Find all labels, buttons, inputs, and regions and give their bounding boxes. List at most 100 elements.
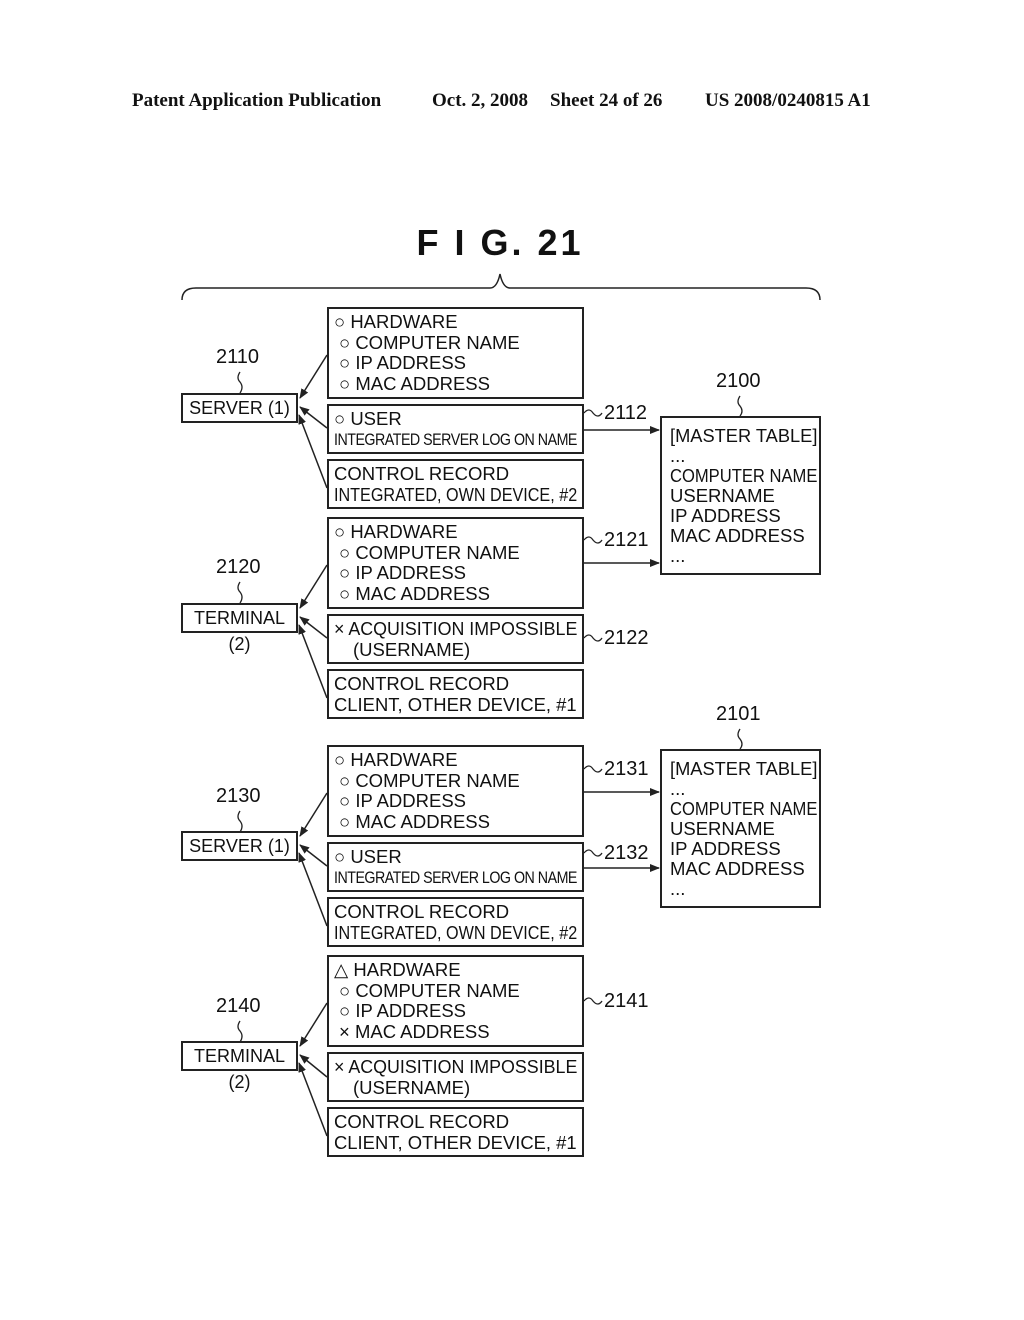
leader-2120: [237, 581, 243, 604]
hardware-info-box: ○ HARDWARE ○ COMPUTER NAME ○ IP ADDRESS …: [327, 517, 584, 609]
arrow-ctrl-to-server-3: [298, 852, 328, 927]
master-table-field: USERNAME: [670, 485, 775, 506]
ref-2112: 2112: [604, 402, 648, 424]
master-table-field: MAC ADDRESS: [670, 525, 805, 546]
ref-2121: 2121: [604, 529, 649, 551]
logon-name-line: INTEGRATED SERVER LOG ON NAME: [334, 867, 577, 887]
mac-address-line: ○ MAC ADDRESS: [339, 810, 490, 832]
control-record-detail: INTEGRATED, OWN DEVICE, #2: [334, 483, 578, 505]
ip-address-line: ○ IP ADDRESS: [339, 562, 467, 583]
acquisition-impossible-line: × ACQUISITION IMPOSSIBLE: [334, 618, 578, 639]
computer-name-line: ○ COMPUTER NAME: [339, 331, 520, 353]
leader-2110: [237, 371, 243, 394]
control-record-title: CONTROL RECORD: [334, 1111, 510, 1132]
master-table-ellipsis: ...: [670, 445, 686, 466]
user-line: ○ USER: [334, 408, 402, 429]
user-info-box: ○ USER INTEGRATED SERVER LOG ON NAME: [327, 842, 584, 892]
username-line: (USERNAME): [353, 1076, 471, 1098]
terminal-node: TERMINAL (2): [181, 603, 298, 654]
tilde-2131: [583, 765, 603, 773]
computer-name-line: ○ COMPUTER NAME: [339, 541, 520, 563]
control-record-box: CONTROL RECORD CLIENT, OTHER DEVICE, #1: [327, 1107, 584, 1157]
arrow-hw-to-terminal-2: [299, 564, 328, 609]
hardware-info-box: ○ HARDWARE ○ COMPUTER NAME ○ IP ADDRESS …: [327, 745, 584, 837]
tilde-2121: [583, 536, 603, 544]
server-node: SERVER (1): [181, 393, 298, 423]
hardware-line: ○ HARDWARE: [334, 521, 458, 542]
ref-2110: 2110: [216, 346, 260, 368]
master-table-ellipsis: ...: [670, 545, 686, 566]
master-table-ellipsis: ...: [670, 778, 686, 799]
acquisition-impossible-line: × ACQUISITION IMPOSSIBLE: [334, 1056, 578, 1077]
master-table: [MASTER TABLE] ... COMPUTER NAME USERNAM…: [660, 749, 821, 908]
ref-2141: 2141: [604, 990, 649, 1012]
terminal-node: TERMINAL (2): [181, 1041, 298, 1092]
arrow-hw-to-server-3: [299, 792, 328, 837]
control-record-title: CONTROL RECORD: [334, 901, 510, 922]
leader-2140: [237, 1020, 243, 1043]
master-table-field: COMPUTER NAME: [670, 798, 818, 819]
computer-name-line: ○ COMPUTER NAME: [339, 769, 520, 791]
arrow-user-to-server-3: [299, 844, 328, 867]
arrow-user-to-server-1: [299, 406, 328, 429]
acquisition-impossible-box: × ACQUISITION IMPOSSIBLE (USERNAME): [327, 614, 584, 664]
arrow-acq-to-terminal-4: [299, 1054, 328, 1078]
logon-name-line: INTEGRATED SERVER LOG ON NAME: [334, 429, 577, 449]
leader-2130: [237, 810, 243, 833]
master-table-title: [MASTER TABLE]: [670, 758, 818, 779]
leader-2101: [737, 728, 743, 750]
control-record-detail: CLIENT, OTHER DEVICE, #1: [334, 1131, 577, 1153]
arrow-hw-to-terminal-4: [299, 1002, 328, 1047]
master-table-field: USERNAME: [670, 818, 775, 839]
server-node: SERVER (1): [181, 831, 298, 861]
control-record-detail: CLIENT, OTHER DEVICE, #1: [334, 693, 577, 715]
arrow-acq-to-terminal-2: [299, 616, 328, 639]
control-record-box: CONTROL RECORD INTEGRATED, OWN DEVICE, #…: [327, 459, 584, 509]
computer-name-line: ○ COMPUTER NAME: [339, 979, 520, 1001]
acquisition-impossible-box: × ACQUISITION IMPOSSIBLE (USERNAME): [327, 1052, 584, 1102]
control-record-detail: INTEGRATED, OWN DEVICE, #2: [334, 921, 578, 943]
hardware-info-box: ○ HARDWARE ○ COMPUTER NAME ○ IP ADDRESS …: [327, 307, 584, 399]
ref-2101: 2101: [716, 703, 761, 725]
hardware-info-box: △ HARDWARE ○ COMPUTER NAME ○ IP ADDRESS …: [327, 955, 584, 1047]
ip-address-line: ○ IP ADDRESS: [339, 1000, 467, 1021]
mac-address-line: ○ MAC ADDRESS: [339, 582, 490, 604]
master-table-ellipsis: ...: [670, 878, 686, 899]
hardware-line: ○ HARDWARE: [334, 311, 458, 332]
tilde-2112: [583, 409, 603, 417]
leader-2100: [737, 395, 743, 417]
tilde-2122: [583, 634, 603, 642]
control-record-title: CONTROL RECORD: [334, 673, 510, 694]
ref-2100: 2100: [716, 370, 761, 392]
master-table-field: MAC ADDRESS: [670, 858, 805, 879]
ref-2132: 2132: [604, 842, 649, 864]
user-line: ○ USER: [334, 846, 402, 867]
ref-2130: 2130: [216, 785, 261, 807]
arrow-ctrl-to-server-1: [298, 414, 328, 489]
mac-address-line: ○ MAC ADDRESS: [339, 372, 490, 394]
master-table-field: IP ADDRESS: [670, 838, 781, 859]
ref-2131: 2131: [604, 758, 649, 780]
user-info-box: ○ USER INTEGRATED SERVER LOG ON NAME: [327, 404, 584, 454]
master-table: [MASTER TABLE] ... COMPUTER NAME USERNAM…: [660, 416, 821, 575]
arrow-ctrl-to-terminal-2: [298, 624, 328, 699]
master-table-field: COMPUTER NAME: [670, 465, 818, 486]
master-table-title: [MASTER TABLE]: [670, 425, 818, 446]
figure-brace: [181, 273, 821, 301]
arrow-hw-to-server-1: [299, 354, 328, 399]
hardware-line: △ HARDWARE: [334, 959, 461, 980]
master-table-field: IP ADDRESS: [670, 505, 781, 526]
ip-address-line: ○ IP ADDRESS: [339, 790, 467, 811]
control-record-box: CONTROL RECORD CLIENT, OTHER DEVICE, #1: [327, 669, 584, 719]
hardware-line: ○ HARDWARE: [334, 749, 458, 770]
tilde-2132: [583, 849, 603, 857]
control-record-title: CONTROL RECORD: [334, 463, 510, 484]
ref-2120: 2120: [216, 556, 261, 578]
username-line: (USERNAME): [353, 638, 471, 660]
ref-2140: 2140: [216, 995, 261, 1017]
ref-2122: 2122: [604, 627, 649, 649]
ip-address-line: ○ IP ADDRESS: [339, 352, 467, 373]
control-record-box: CONTROL RECORD INTEGRATED, OWN DEVICE, #…: [327, 897, 584, 947]
tilde-2141: [583, 997, 603, 1005]
mac-address-line: × MAC ADDRESS: [339, 1020, 490, 1042]
